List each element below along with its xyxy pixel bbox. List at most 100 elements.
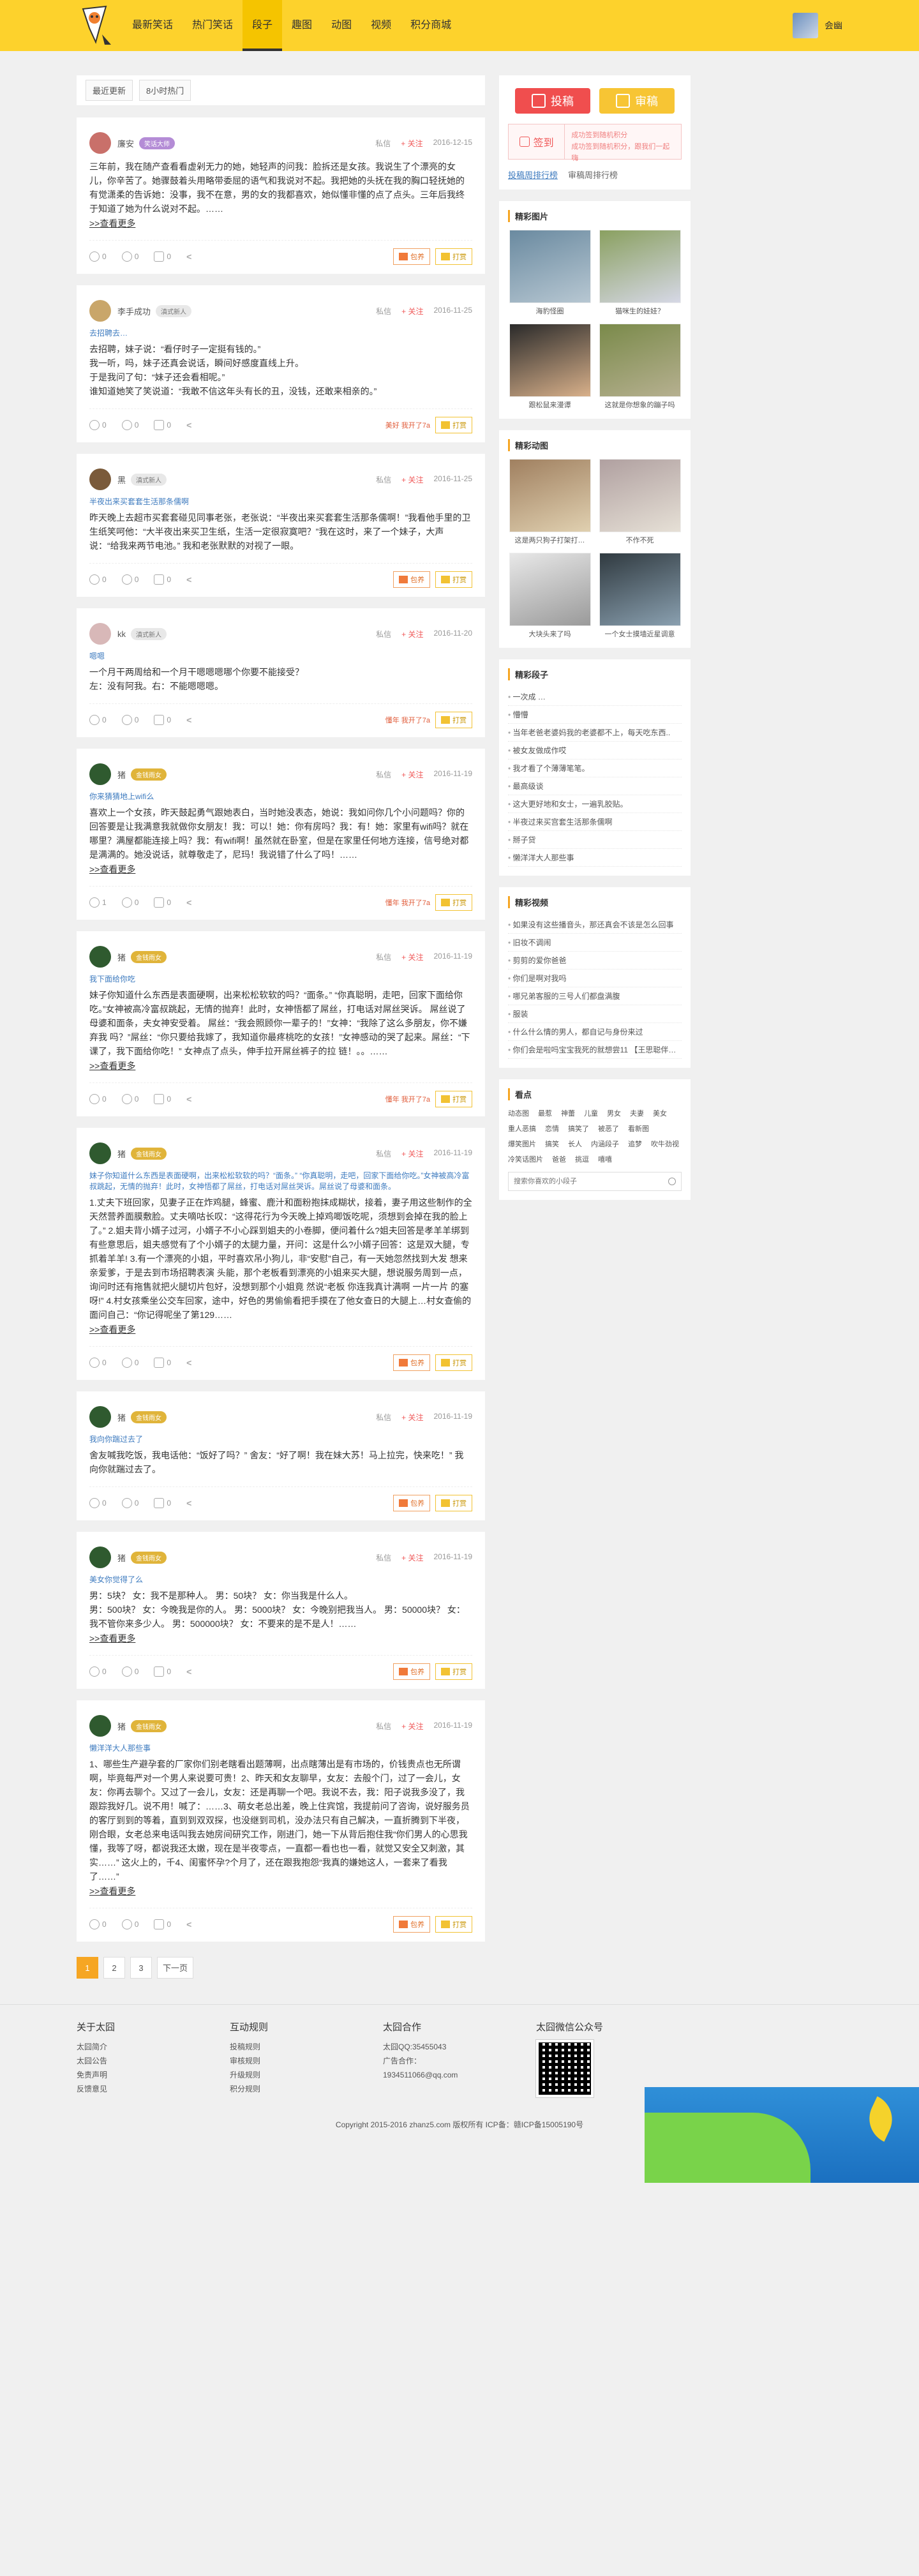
pic-item[interactable]: 跟松鼠来漫谭 <box>508 324 592 410</box>
tip-button[interactable]: 打赏 <box>435 1663 472 1680</box>
author-avatar[interactable] <box>89 946 111 968</box>
video-link[interactable]: 旧妆不调闹 <box>508 934 682 952</box>
like-button[interactable]: 0 <box>89 420 107 430</box>
comment-button[interactable]: 0 <box>154 1358 171 1368</box>
author-avatar[interactable] <box>89 1142 111 1164</box>
comment-button[interactable]: 0 <box>154 715 171 725</box>
share-button[interactable] <box>186 575 195 584</box>
sponsor-button[interactable]: 包养 <box>393 1916 430 1933</box>
like-button[interactable]: 0 <box>89 1919 107 1929</box>
follow-button[interactable]: + 关注 <box>401 1412 423 1423</box>
joke-link[interactable]: 这大更好地和女士，一遍乳胶贴。 <box>508 795 682 813</box>
share-button[interactable] <box>186 1667 195 1676</box>
post-title[interactable]: 妹子你知道什么东西是表面硬啊，出来松松软软的吗？“面条。” “你真聪明，走吧，回… <box>89 1170 472 1192</box>
footer-link[interactable]: 反馈意见 <box>77 2082 179 2096</box>
author-avatar[interactable] <box>89 132 111 154</box>
author-name[interactable]: 黑 <box>117 474 126 486</box>
sponsor-button[interactable]: 包养 <box>393 1495 430 1511</box>
like-button[interactable]: 0 <box>89 251 107 262</box>
tab-review-rank[interactable]: 审稿周排行榜 <box>568 168 618 181</box>
pic-item[interactable]: 猫咪生的娃娃？ <box>598 230 682 316</box>
comment-button[interactable]: 0 <box>154 1094 171 1104</box>
tip-button[interactable]: 打赏 <box>435 1495 472 1511</box>
footer-link[interactable]: 积分规则 <box>230 2082 332 2096</box>
message-link[interactable]: 私信 <box>376 1148 391 1159</box>
submit-button[interactable]: 投稿 <box>515 88 590 114</box>
author-avatar[interactable] <box>89 1715 111 1737</box>
like-button[interactable]: 0 <box>89 1358 107 1368</box>
footer-link[interactable]: 太囧公告 <box>77 2054 179 2068</box>
pic-caption[interactable]: 这就是你想象的蹦子吗 <box>598 400 682 410</box>
video-link[interactable]: 如果没有这些播音头，那还真会不该是怎么回事 <box>508 916 682 934</box>
tip-button[interactable]: 打赏 <box>435 1091 472 1107</box>
joke-link[interactable]: 懒洋洋大人那些事 <box>508 849 682 867</box>
author-name[interactable]: 李手成功 <box>117 305 151 317</box>
post-title[interactable]: 半夜出来买套套生活那条儒啊 <box>89 496 472 507</box>
share-button[interactable] <box>186 252 195 261</box>
pic-thumbnail[interactable] <box>509 230 591 303</box>
share-button[interactable] <box>186 715 195 724</box>
tag-link[interactable]: 看新图 <box>628 1123 649 1134</box>
message-link[interactable]: 私信 <box>376 1412 391 1423</box>
read-more-link[interactable]: >>查看更多 <box>89 1632 135 1645</box>
author-name[interactable]: 猪 <box>117 1552 126 1564</box>
joke-link[interactable]: 最高级谈 <box>508 777 682 795</box>
pic-caption[interactable]: 猫咪生的娃娃？ <box>598 306 682 316</box>
page-link[interactable]: 2 <box>103 1957 125 1979</box>
search-icon[interactable] <box>668 1178 676 1185</box>
tag-link[interactable]: 恋情 <box>545 1123 559 1134</box>
post-title[interactable]: 你来猜猜地上wifi么 <box>89 791 472 802</box>
tip-button[interactable]: 打赏 <box>435 894 472 911</box>
pic-item[interactable]: 这就是你想象的蹦子吗 <box>598 324 682 410</box>
gif-thumbnail[interactable] <box>509 459 591 532</box>
follow-button[interactable]: + 关注 <box>401 1552 423 1563</box>
footer-link[interactable]: 广告合作： <box>383 2054 485 2068</box>
author-avatar[interactable] <box>89 1546 111 1568</box>
gif-caption[interactable]: 一个女士摸墙近星调意 <box>598 629 682 639</box>
message-link[interactable]: 私信 <box>376 1552 391 1563</box>
dislike-button[interactable]: 0 <box>121 251 138 262</box>
tag-link[interactable]: 重人恶搞 <box>508 1123 536 1134</box>
comment-button[interactable]: 0 <box>154 897 171 908</box>
video-link[interactable]: 什么什么情的男人，都自记与身份来过 <box>508 1023 682 1041</box>
page-link[interactable]: 3 <box>130 1957 152 1979</box>
joke-link[interactable]: 半夜过来买宫套生活那条儒啊 <box>508 813 682 831</box>
tag-link[interactable]: 内涵段子 <box>591 1139 619 1149</box>
post-title[interactable]: 懒洋洋大人那些事 <box>89 1742 472 1753</box>
joke-link[interactable]: 我才看了个薄薄笔笔。 <box>508 760 682 777</box>
comment-button[interactable]: 0 <box>154 251 171 262</box>
author-name[interactable]: 猪 <box>117 1720 126 1732</box>
sponsor-button[interactable]: 包养 <box>393 571 430 588</box>
tag-link[interactable]: 挑逗 <box>575 1154 589 1164</box>
author-avatar[interactable] <box>89 468 111 490</box>
tag-link[interactable]: 美女 <box>653 1108 667 1118</box>
dislike-button[interactable]: 0 <box>121 1358 138 1368</box>
tag-link[interactable]: 吹牛劲视 <box>651 1139 679 1149</box>
message-link[interactable]: 私信 <box>376 769 391 780</box>
author-name[interactable]: kk <box>117 629 126 639</box>
user-name[interactable]: 会幽 <box>825 19 842 32</box>
dislike-button[interactable]: 0 <box>121 1666 138 1677</box>
gif-item[interactable]: 一个女士摸墙近星调意 <box>598 553 682 639</box>
gif-caption[interactable]: 不作不死 <box>598 535 682 545</box>
video-link[interactable]: 你们会是啦吗宝宝我死的就想尝11 【王思聪伴… <box>508 1041 682 1059</box>
gif-caption[interactable]: 大块头来了吗 <box>508 629 592 639</box>
share-button[interactable] <box>186 1358 195 1367</box>
tip-button[interactable]: 打赏 <box>435 571 472 588</box>
post-title[interactable]: 去招聘去… <box>89 327 472 338</box>
sponsor-button[interactable]: 包养 <box>393 1354 430 1371</box>
author-avatar[interactable] <box>89 300 111 322</box>
author-avatar[interactable] <box>89 1406 111 1428</box>
follow-button[interactable]: + 关注 <box>401 769 423 780</box>
comment-button[interactable]: 0 <box>154 1498 171 1508</box>
joke-link[interactable]: 掰子贷 <box>508 831 682 849</box>
tag-link[interactable]: 被恶了 <box>598 1123 619 1134</box>
follow-button[interactable]: + 关注 <box>401 629 423 640</box>
joke-link[interactable]: 一次成 … <box>508 688 682 706</box>
share-button[interactable] <box>186 1095 195 1104</box>
video-link[interactable]: 剪剪的爱你爸爸 <box>508 952 682 970</box>
tip-button[interactable]: 打赏 <box>435 1354 472 1371</box>
tag-link[interactable]: 爸爸 <box>552 1154 566 1164</box>
footer-link[interactable]: 投稿规则 <box>230 2040 332 2054</box>
pic-caption[interactable]: 海豹怪圈 <box>508 306 592 316</box>
